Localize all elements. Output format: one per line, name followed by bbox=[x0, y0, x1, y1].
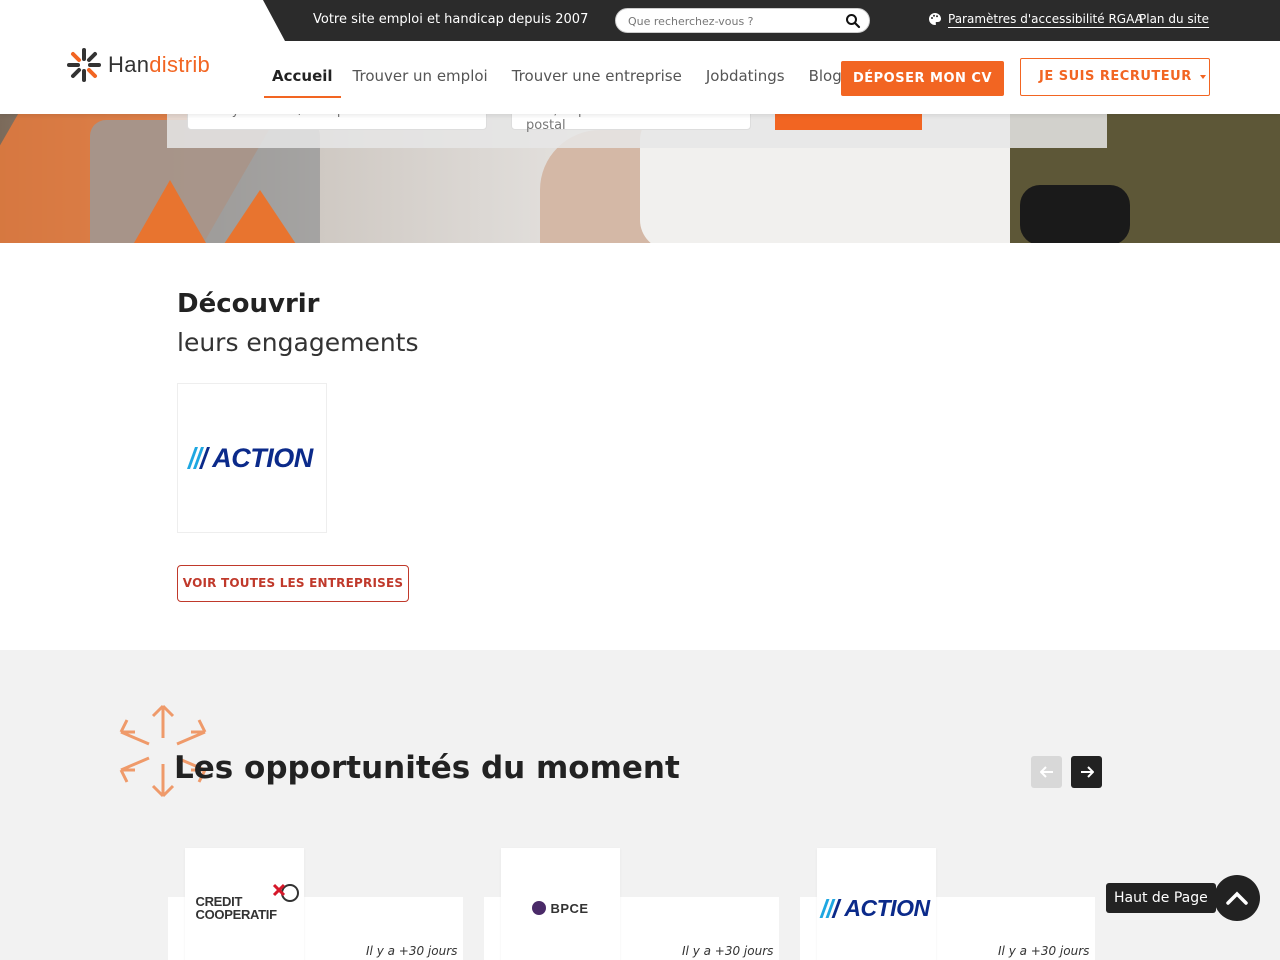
job-company-logo: CREDIT COOPERATIF bbox=[185, 848, 304, 960]
arrow-right-icon bbox=[1080, 766, 1094, 778]
upload-cv-button[interactable]: DÉPOSER MON CV bbox=[841, 61, 1004, 96]
site-tagline: Votre site emploi et handicap depuis 200… bbox=[313, 12, 589, 27]
hero-decor-triangle bbox=[130, 180, 210, 243]
job-date: Il y a +30 jours bbox=[682, 944, 774, 958]
recruiter-menu-button[interactable]: JE SUIS RECRUTEUR bbox=[1020, 58, 1210, 96]
sitemap-link[interactable]: Plan du site bbox=[1139, 12, 1209, 26]
action-logo: ACTION bbox=[819, 895, 930, 922]
accessibility-link[interactable]: Paramètres d'accessibilité RGAA bbox=[948, 12, 1143, 26]
nav-item-find-job[interactable]: Trouver un emploi bbox=[341, 41, 500, 98]
engagements-subtitle: leurs engagements bbox=[177, 328, 419, 357]
accessibility-settings[interactable]: Paramètres d'accessibilité RGAA bbox=[928, 12, 1143, 26]
back-to-top-button[interactable] bbox=[1214, 875, 1260, 921]
search-icon[interactable] bbox=[845, 13, 861, 29]
opportunities-title: Les opportunités du moment bbox=[174, 750, 680, 786]
company-card-action[interactable]: ACTION bbox=[177, 383, 327, 533]
recruiter-button-label: JE SUIS RECRUTEUR bbox=[1039, 69, 1192, 84]
action-logo: ACTION bbox=[187, 443, 313, 474]
chevron-up-icon bbox=[1226, 891, 1248, 905]
handistrib-logo[interactable]: Handistrib bbox=[66, 47, 210, 83]
credit-cooperatif-logo: CREDIT COOPERATIF bbox=[196, 883, 299, 921]
nav-item-home[interactable]: Accueil bbox=[264, 41, 341, 98]
carousel-prev-button[interactable] bbox=[1031, 756, 1062, 788]
hero-prosthesis bbox=[1020, 185, 1130, 243]
job-company-logo: ACTION bbox=[817, 848, 936, 960]
logo-text: Handistrib bbox=[108, 52, 211, 77]
engagements-title: Découvrir bbox=[177, 289, 320, 319]
site-search[interactable] bbox=[615, 8, 870, 33]
hero-decor-triangle bbox=[220, 190, 300, 243]
search-input[interactable] bbox=[628, 12, 838, 30]
job-date: Il y a +30 jours bbox=[366, 944, 458, 958]
back-to-top-tooltip: Haut de Page bbox=[1106, 883, 1223, 913]
job-company-logo: BPCE bbox=[501, 848, 620, 960]
bpce-logo: BPCE bbox=[532, 901, 588, 916]
all-companies-button[interactable]: VOIR TOUTES LES ENTREPRISES bbox=[177, 565, 409, 602]
nav-item-jobdatings[interactable]: Jobdatings bbox=[694, 41, 797, 98]
nav-item-find-company[interactable]: Trouver une entreprise bbox=[500, 41, 694, 98]
caret-down-icon bbox=[1199, 74, 1206, 79]
main-nav: Accueil Trouver un emploi Trouver une en… bbox=[264, 41, 854, 98]
arrow-left-icon bbox=[1039, 766, 1053, 778]
palette-icon bbox=[929, 13, 941, 25]
job-date: Il y a +30 jours bbox=[998, 944, 1090, 958]
carousel-next-button[interactable] bbox=[1071, 756, 1102, 788]
header-logo-area bbox=[0, 0, 286, 41]
logo-icon bbox=[67, 48, 101, 82]
